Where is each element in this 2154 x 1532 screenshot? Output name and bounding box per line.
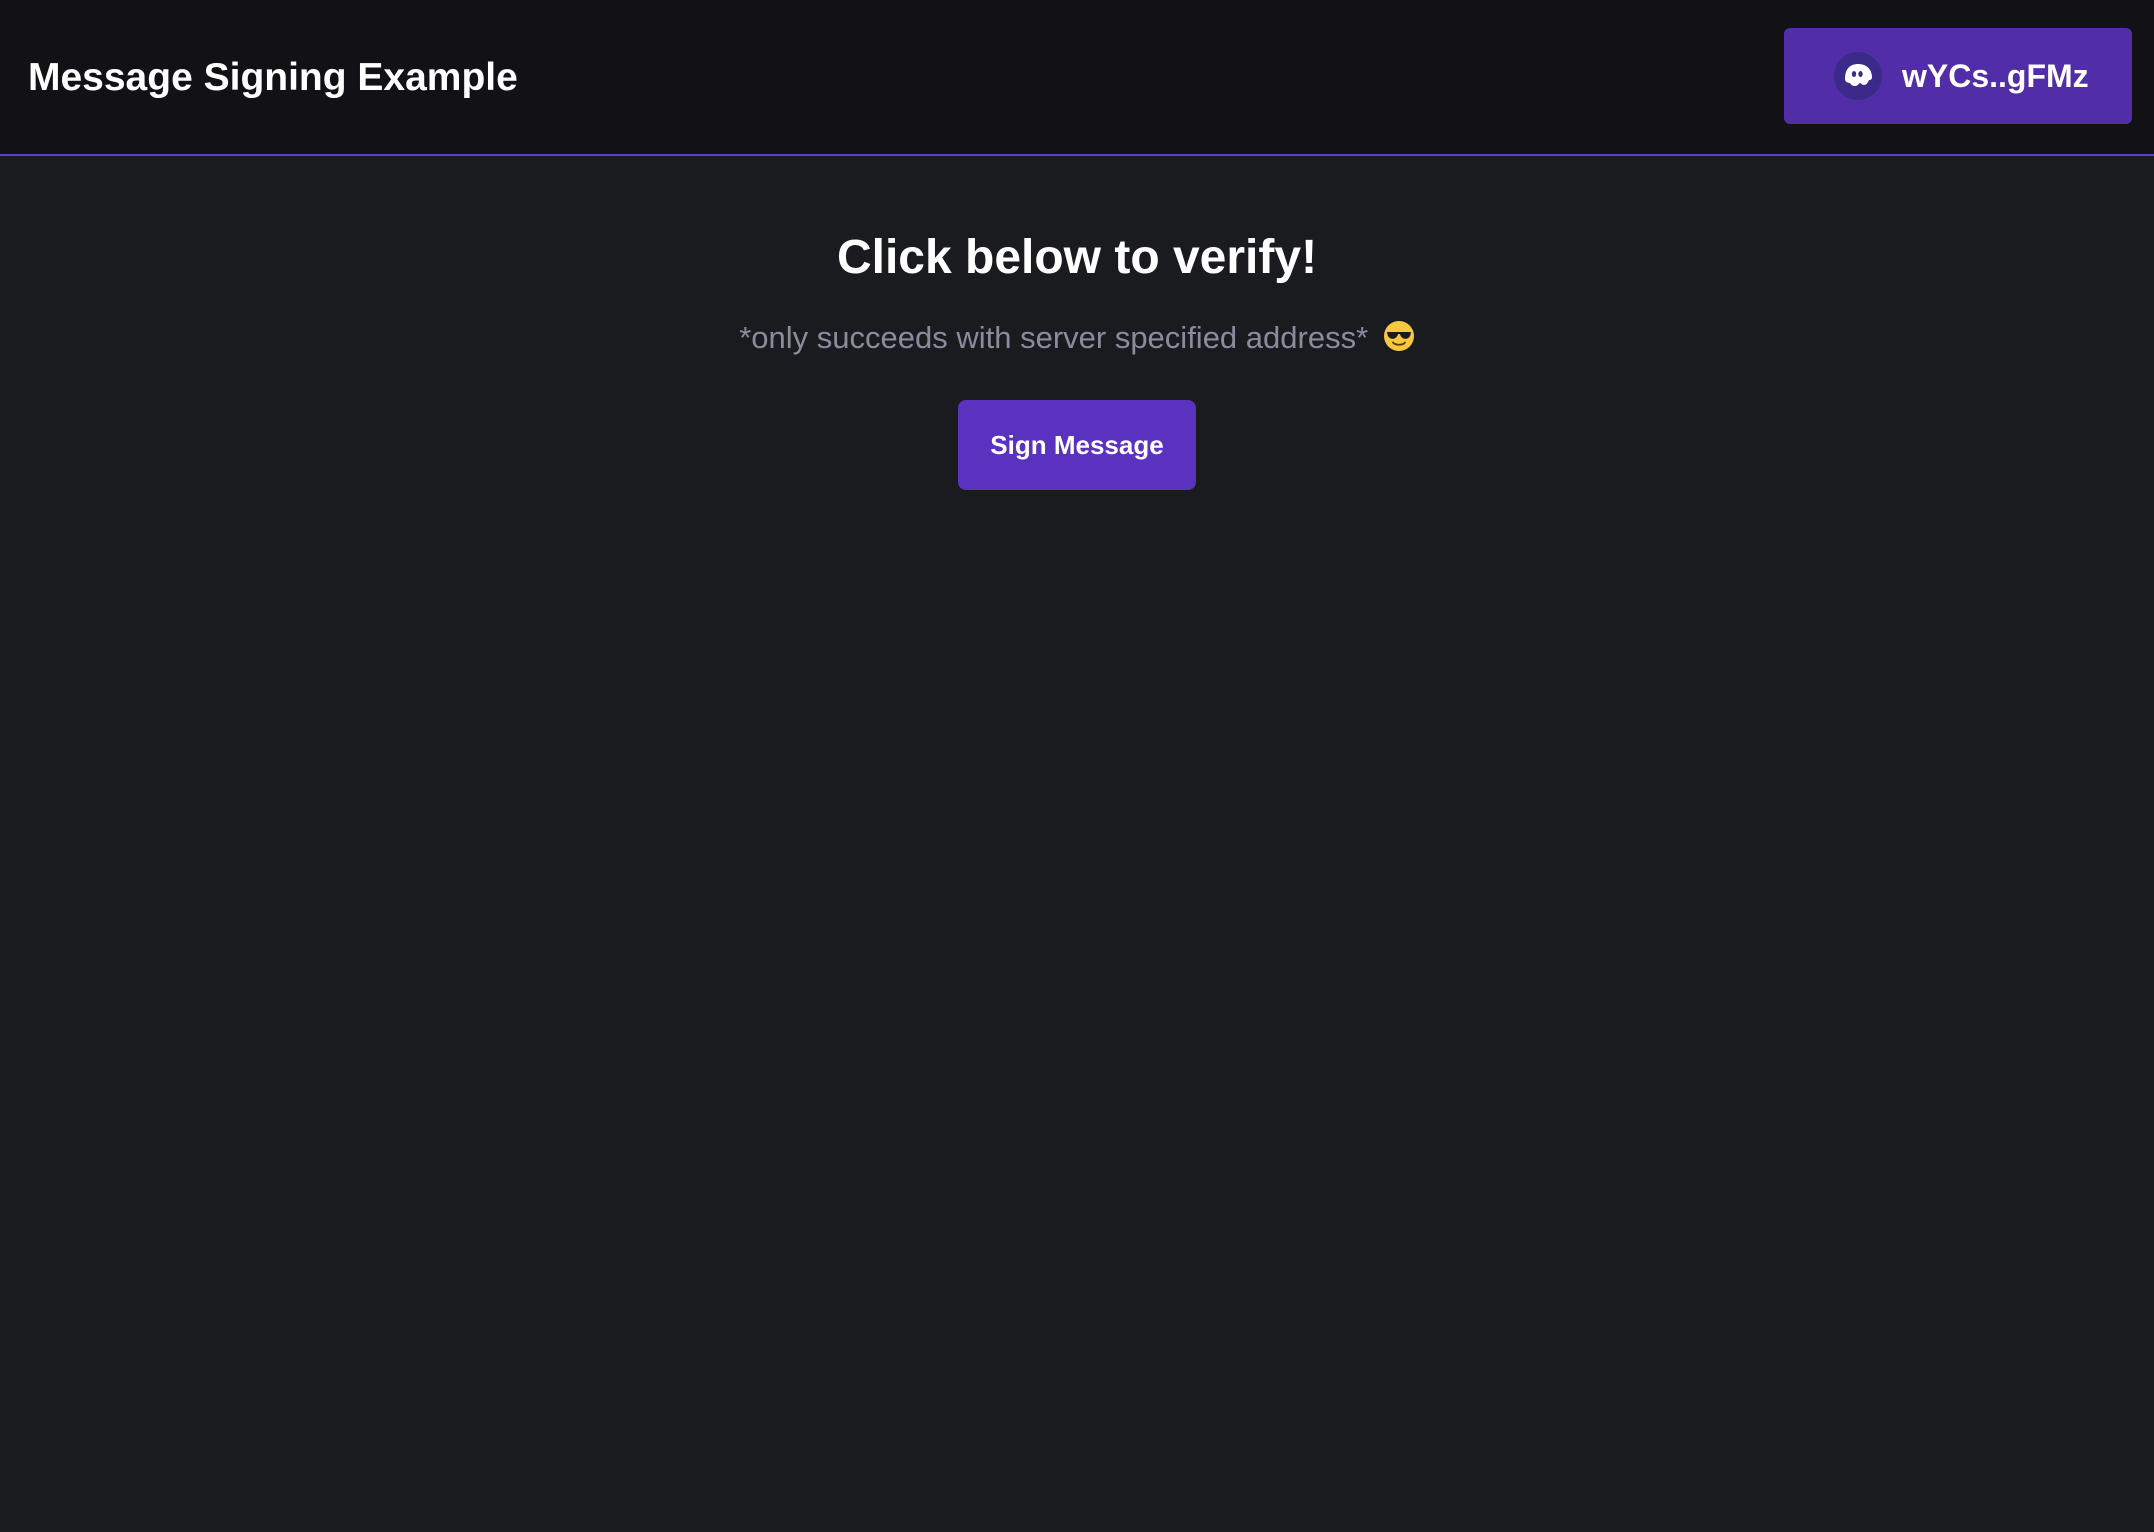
phantom-ghost-icon (1834, 52, 1882, 100)
sunglasses-emoji-icon (1383, 321, 1414, 351)
subtext-line: *only succeeds with server specified add… (0, 318, 2154, 358)
main-content: Click below to verify! *only succeeds wi… (0, 156, 2154, 490)
wallet-address: wYCs..gFMz (1902, 58, 2089, 94)
wallet-connect-button[interactable]: wYCs..gFMz (1784, 28, 2132, 124)
app-title: Message Signing Example (28, 56, 518, 99)
page-headline: Click below to verify! (836, 231, 1318, 284)
sign-message-button[interactable]: Sign Message (958, 400, 1196, 490)
app-header: Message Signing Example wYCs..gFMz (0, 0, 2154, 156)
subtext: *only succeeds with server specified add… (739, 320, 1369, 355)
